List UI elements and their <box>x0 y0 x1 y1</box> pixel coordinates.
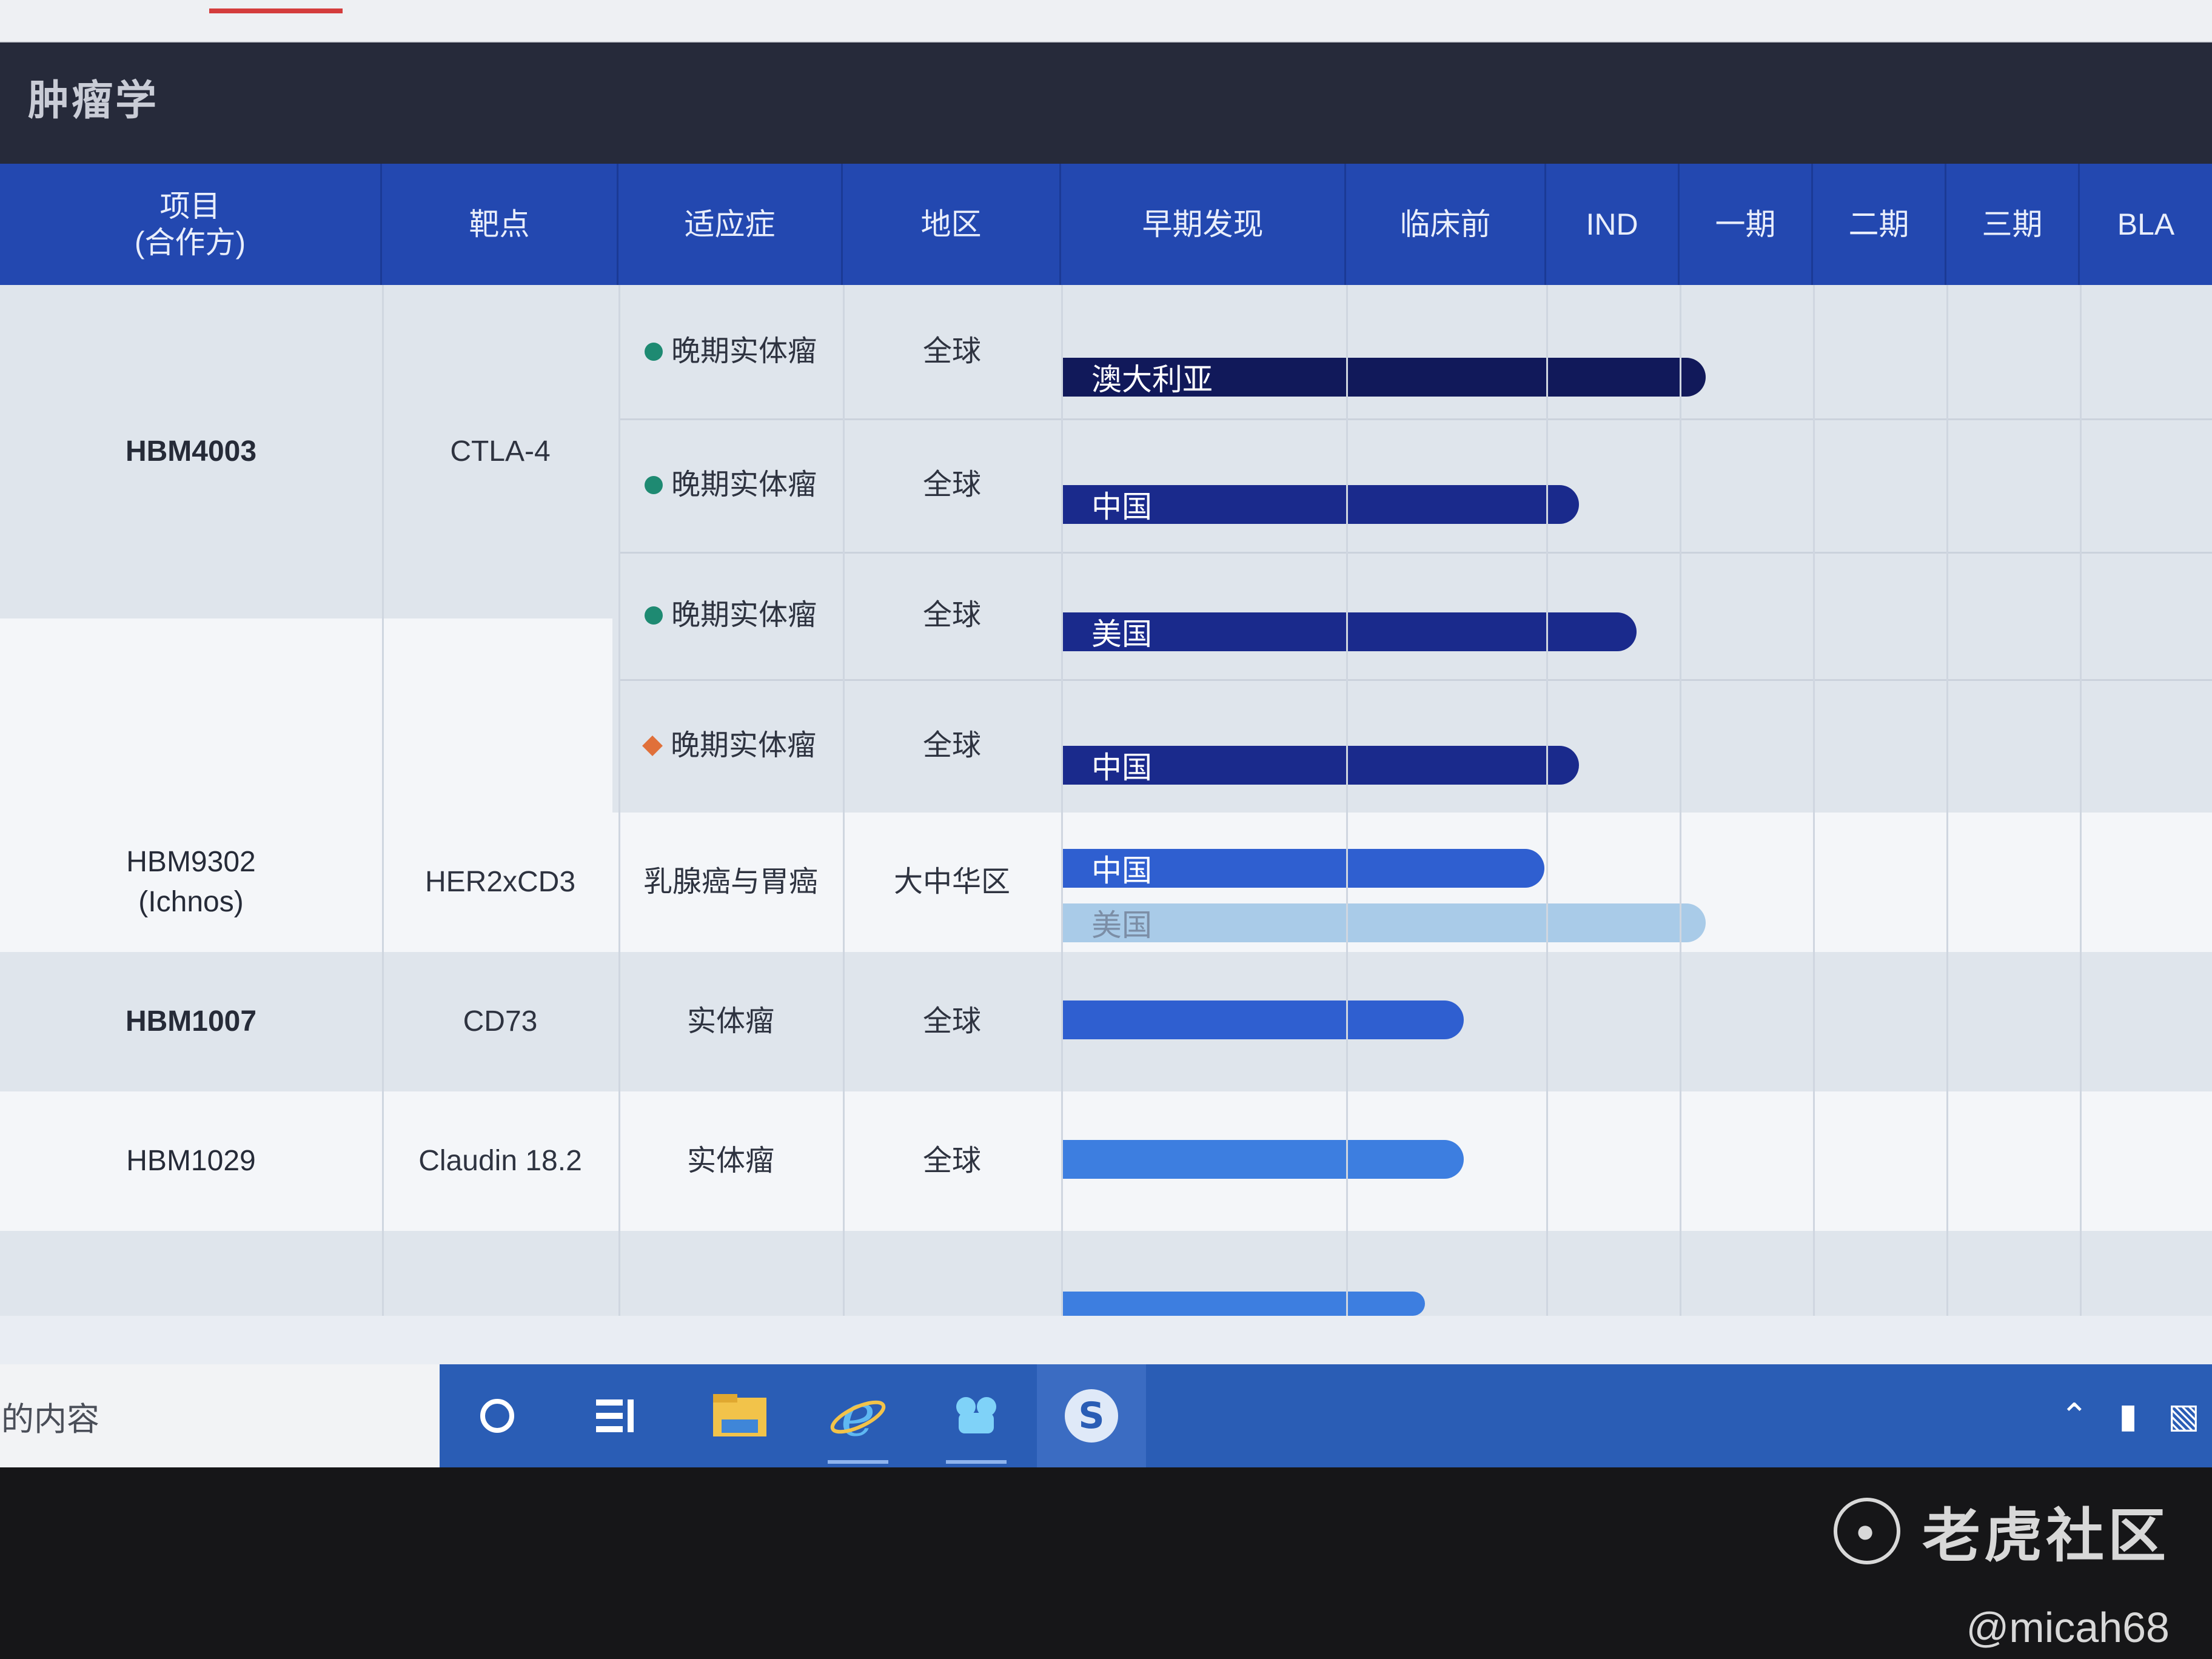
indication-cell: 晚期实体瘤 <box>618 285 843 418</box>
indication-label: 晚期实体瘤 <box>670 729 816 762</box>
browser-strip <box>0 0 2212 42</box>
progress-bar: 中国 <box>1061 849 1544 888</box>
search-placeholder: 的内容 <box>1 1401 99 1438</box>
indication-label: 晚期实体瘤 <box>671 599 817 631</box>
section-title-bar: 肿瘤学 <box>0 42 2212 164</box>
bar-label: 美国 <box>1091 908 1152 942</box>
column-divider <box>1061 285 1063 1316</box>
sogou-icon[interactable]: S <box>1037 1364 1146 1467</box>
column-divider <box>1946 285 1948 1316</box>
app-icon[interactable] <box>922 1364 1031 1467</box>
blank-cell <box>0 618 612 813</box>
bar-label: 中国 <box>1091 854 1152 888</box>
header-bla: BLA <box>2117 207 2175 241</box>
status-dot-icon <box>644 606 663 625</box>
task-view-icon[interactable] <box>561 1364 670 1467</box>
bar-label: 中国 <box>1091 490 1152 524</box>
internet-explorer-icon[interactable]: e <box>803 1364 913 1467</box>
watermark: ● 老虎社区 @micah68 <box>1834 1489 2170 1652</box>
watermark-user: @micah68 <box>1966 1604 2170 1651</box>
region-cell: 全球 <box>922 1145 981 1177</box>
project-name: HBM1007 <box>125 1005 257 1037</box>
section-title: 肿瘤学 <box>28 78 159 124</box>
bar-label: 美国 <box>1091 617 1152 651</box>
header-region: 地区 <box>843 164 1061 285</box>
cortana-icon[interactable] <box>443 1364 552 1467</box>
progress-bar: 中国 <box>1061 746 1579 785</box>
column-divider <box>1813 285 1815 1316</box>
status-dot-icon <box>644 343 663 361</box>
header-indication: 适应症 <box>618 164 843 285</box>
status-diamond-icon <box>642 736 663 756</box>
region-cell: 大中华区 <box>893 866 1010 898</box>
header-phase1: 一期 <box>1680 164 1813 285</box>
windows-taskbar: 的内容 e S ⌃ ▮ ▧ <box>0 1364 2212 1467</box>
chevron-up-icon[interactable]: ⌃ <box>2060 1396 2088 1436</box>
status-dot-icon <box>644 476 663 494</box>
target-name: CD73 <box>463 1005 538 1037</box>
column-divider <box>2080 285 2082 1316</box>
indication-cell: 晚期实体瘤 <box>618 552 843 679</box>
battery-icon[interactable]: ▮ <box>2119 1396 2137 1436</box>
header-project: 项目 (合作方) <box>0 164 382 285</box>
header-target: 靶点 <box>382 164 618 285</box>
indication-cell: 晚期实体瘤 <box>618 679 843 813</box>
svg-text:e: e <box>841 1386 876 1446</box>
indication-cell: 乳腺癌与胃癌 <box>643 866 818 898</box>
table-header: 项目 (合作方) 靶点 适应症 地区 早期发现 临床前 IND 一期 二期 三期… <box>0 164 2212 285</box>
system-tray: ⌃ ▮ ▧ <box>2060 1364 2200 1467</box>
progress-bar: 澳大利亚 <box>1061 358 1706 397</box>
project-name: HBM4003 <box>125 435 257 468</box>
network-icon[interactable]: ▧ <box>2168 1396 2200 1436</box>
pipeline-grid: HBM4003 CTLA-4 晚期实体瘤 全球 晚期实体瘤 全球 晚期实体瘤 全… <box>0 285 2212 1316</box>
header-phase2: 二期 <box>1813 164 1946 285</box>
progress-bar: 中国 <box>1061 485 1579 524</box>
taskbar-search-box[interactable]: 的内容 <box>0 1364 440 1467</box>
region-cell: 全球 <box>922 469 981 501</box>
column-divider <box>1546 285 1548 1316</box>
progress-bar: 美国 <box>1061 612 1637 651</box>
bar-label: 澳大利亚 <box>1091 363 1213 397</box>
column-divider <box>843 285 845 1316</box>
progress-bar <box>1061 1000 1464 1039</box>
header-preclinical: 临床前 <box>1346 164 1546 285</box>
indication-cell: 实体瘤 <box>686 1145 774 1177</box>
target-name: CTLA-4 <box>450 435 551 468</box>
progress-bar <box>1061 1140 1464 1179</box>
screen: 肿瘤学 项目 (合作方) 靶点 适应症 地区 早期发现 临床前 IND 一期 二… <box>0 0 2212 1467</box>
region-cell: 全球 <box>922 1005 981 1037</box>
target-name: Claudin 18.2 <box>418 1145 582 1177</box>
indication-label: 晚期实体瘤 <box>671 469 817 501</box>
region-cell: 全球 <box>922 729 981 762</box>
column-divider <box>618 285 620 1316</box>
bar-label: 中国 <box>1091 751 1152 785</box>
file-explorer-icon[interactable] <box>685 1364 794 1467</box>
project-name: HBM1029 <box>126 1145 256 1177</box>
region-cell: 全球 <box>922 599 981 631</box>
running-indicator <box>828 1460 888 1464</box>
indication-cell: 晚期实体瘤 <box>618 418 843 552</box>
progress-bar-cut-off <box>1061 1292 1425 1316</box>
column-divider <box>382 285 384 1316</box>
indication-label: 晚期实体瘤 <box>671 335 817 367</box>
indication-cell: 实体瘤 <box>686 1005 774 1037</box>
header-phase3: 三期 <box>1946 164 2080 285</box>
header-discovery: 早期发现 <box>1061 164 1346 285</box>
region-cell: 全球 <box>922 335 981 367</box>
tiger-logo-icon: ● <box>1834 1497 1900 1564</box>
column-divider <box>1680 285 1681 1316</box>
watermark-brand: 老虎社区 <box>1922 1504 2170 1569</box>
column-divider <box>1346 285 1348 1316</box>
running-indicator <box>946 1460 1007 1464</box>
svg-text:S: S <box>1078 1395 1104 1437</box>
progress-bar-planned: 美国 <box>1061 903 1706 942</box>
target-name: HER2xCD3 <box>424 866 576 898</box>
active-tab-indicator[interactable] <box>209 8 343 13</box>
header-ind: IND <box>1546 164 1680 285</box>
project-name: HBM9302 (Ichnos) <box>126 846 256 918</box>
